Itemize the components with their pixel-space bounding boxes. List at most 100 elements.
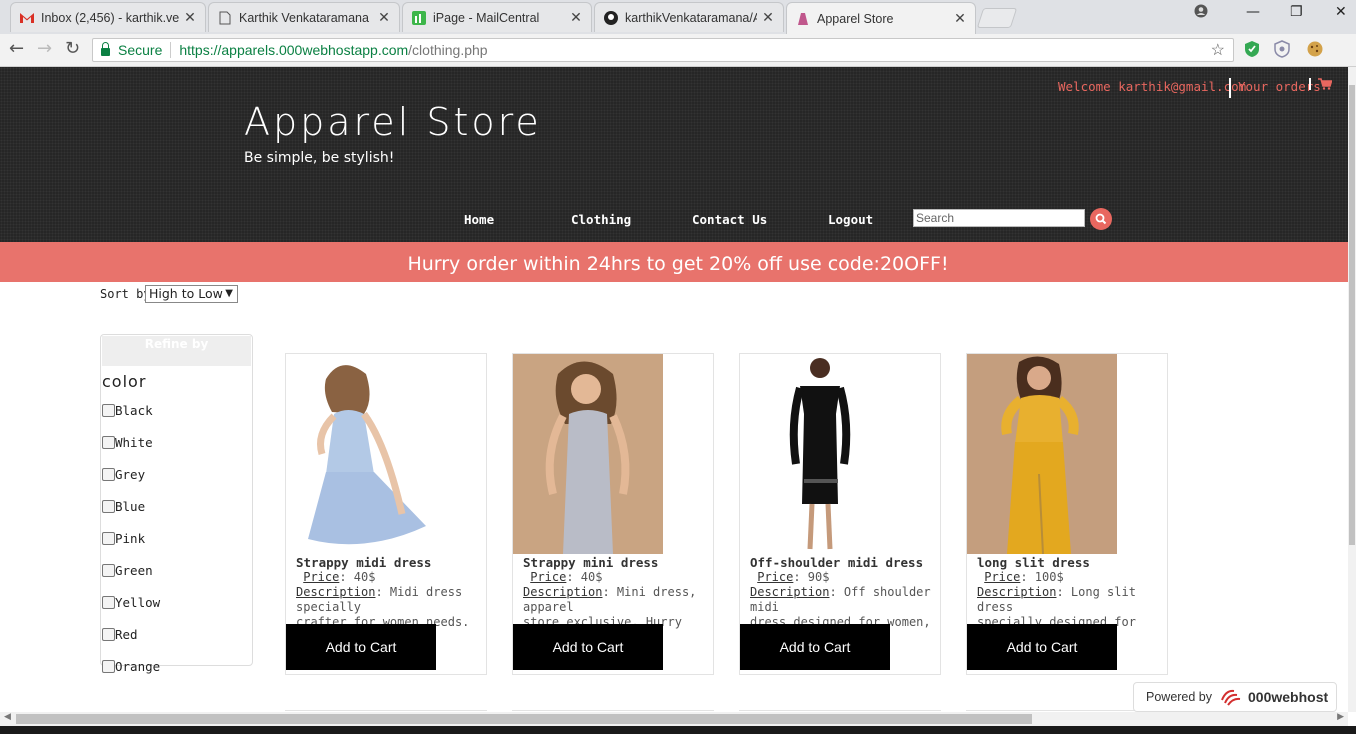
checkbox[interactable]: [102, 628, 115, 641]
shopping-cart-icon[interactable]: [1318, 78, 1333, 90]
reload-icon[interactable]: ↻: [65, 38, 80, 59]
checkbox[interactable]: [102, 404, 115, 417]
url-path: /clothing.php: [408, 42, 488, 58]
shield-extension-icon[interactable]: [1244, 40, 1262, 58]
sort-selected-value: High to Low: [149, 286, 223, 301]
divider: [1229, 78, 1231, 98]
scroll-right-arrow-icon[interactable]: ▶: [1337, 712, 1344, 722]
nav-home[interactable]: Home: [464, 212, 494, 227]
horizontal-scrollbar[interactable]: ◀ ▶: [0, 712, 1348, 726]
tab-karthik-doc[interactable]: Karthik Venkataramana P ✕: [208, 2, 400, 32]
powered-by-badge[interactable]: Powered by 000webhost: [1133, 682, 1337, 712]
welcome-link[interactable]: Welcome karthik@gmail.com: [1058, 79, 1246, 94]
privacy-extension-icon[interactable]: [1274, 40, 1292, 58]
refine-title: Refine by: [102, 336, 251, 366]
product-name[interactable]: Off-shoulder midi dress: [750, 555, 923, 570]
new-tab-button[interactable]: [976, 8, 1018, 28]
taskbar: [0, 726, 1356, 734]
add-to-cart-button[interactable]: Add to Cart: [740, 624, 890, 670]
color-filter-pink[interactable]: Pink: [102, 531, 145, 546]
back-arrow-icon[interactable]: ←: [9, 38, 24, 59]
product-card: Strappy midi dress Price: 40$ Descriptio…: [285, 353, 487, 675]
webhost-logo-icon: [1220, 688, 1244, 706]
add-to-cart-button[interactable]: Add to Cart: [513, 624, 663, 670]
product-price: Price: 40$: [530, 570, 603, 584]
color-filter-yellow[interactable]: Yellow: [102, 595, 160, 610]
scrollbar-thumb[interactable]: [16, 714, 1032, 724]
tab-gmail[interactable]: Inbox (2,456) - karthik.ve ✕: [10, 2, 206, 32]
window-close-icon[interactable]: ✕: [1335, 4, 1347, 20]
product-price: Price: 90$: [757, 570, 830, 584]
checkbox[interactable]: [102, 436, 115, 449]
close-icon[interactable]: ✕: [761, 9, 775, 26]
sort-select[interactable]: High to Low ▼: [145, 285, 238, 303]
secure-label: Secure: [118, 42, 163, 58]
site-header: Welcome karthik@gmail.com Your orders Ap…: [0, 67, 1356, 242]
product-name[interactable]: Strappy mini dress: [523, 555, 658, 570]
checkbox[interactable]: [102, 500, 115, 513]
product-image[interactable]: [740, 354, 890, 554]
product-image[interactable]: [513, 354, 663, 554]
close-icon[interactable]: ✕: [183, 9, 197, 26]
restore-icon[interactable]: ❐: [1290, 4, 1303, 20]
search-input[interactable]: Search: [913, 209, 1085, 227]
divider: [170, 42, 172, 58]
bookmark-star-icon[interactable]: ☆: [1211, 40, 1225, 60]
forward-arrow-icon[interactable]: →: [37, 38, 52, 59]
scroll-left-arrow-icon[interactable]: ◀: [4, 712, 11, 722]
add-to-cart-button[interactable]: Add to Cart: [967, 624, 1117, 670]
close-icon[interactable]: ✕: [569, 9, 583, 26]
dropdown-arrow-icon: ▼: [225, 288, 233, 299]
nav-contact-us[interactable]: Contact Us: [692, 212, 767, 227]
search-icon: [1095, 213, 1107, 225]
url-input[interactable]: Secure https://apparels.000webhostapp.co…: [92, 38, 1234, 62]
nav-logout[interactable]: Logout: [828, 212, 873, 227]
lock-icon: [101, 42, 110, 56]
checkbox[interactable]: [102, 532, 115, 545]
close-icon[interactable]: ✕: [377, 9, 391, 26]
color-filter-white[interactable]: White: [102, 435, 153, 450]
tab-apparel-store[interactable]: Apparel Store ✕: [786, 2, 976, 34]
document-icon: [217, 10, 233, 26]
product-name[interactable]: long slit dress: [977, 555, 1090, 570]
tab-github[interactable]: karthikVenkataramana/Ap ✕: [594, 2, 784, 32]
sort-label: Sort by: [100, 287, 151, 301]
color-filter-grey[interactable]: Grey: [102, 467, 145, 482]
site-brand[interactable]: Apparel Store: [244, 100, 542, 144]
ipage-icon: [411, 10, 427, 26]
scrollbar-thumb[interactable]: [1349, 85, 1355, 545]
product-image[interactable]: [967, 354, 1117, 554]
nav-clothing[interactable]: Clothing: [571, 212, 631, 227]
apparel-favicon-icon: [795, 11, 811, 27]
product-card: Off-shoulder midi dress Price: 90$ Descr…: [739, 353, 941, 675]
checkbox[interactable]: [102, 596, 115, 609]
product-card: Strappy mini dress Price: 40$ Descriptio…: [512, 353, 714, 675]
product-card: long slit dress Price: 100$ Description:…: [966, 353, 1168, 675]
checkbox[interactable]: [102, 564, 115, 577]
cookie-extension-icon[interactable]: [1306, 40, 1324, 58]
search-button[interactable]: [1090, 208, 1112, 230]
color-filter-blue[interactable]: Blue: [102, 499, 145, 514]
add-to-cart-button[interactable]: Add to Cart: [286, 624, 436, 670]
divider: [1309, 78, 1311, 90]
color-filter-orange[interactable]: Orange: [102, 659, 160, 674]
color-filter-red[interactable]: Red: [102, 627, 138, 642]
color-filter-green[interactable]: Green: [102, 563, 153, 578]
product-price: Price: 40$: [303, 570, 376, 584]
profile-icon[interactable]: [1194, 4, 1208, 22]
color-filter-black[interactable]: Black: [102, 403, 153, 418]
browser-tab-bar: Inbox (2,456) - karthik.ve ✕ Karthik Ven…: [0, 0, 1356, 34]
color-filter-heading: color: [102, 372, 147, 391]
vertical-scrollbar[interactable]: [1348, 67, 1356, 712]
promo-banner: Hurry order within 24hrs to get 20% off …: [0, 242, 1356, 282]
close-icon[interactable]: ✕: [953, 10, 967, 27]
site-tagline: Be simple, be stylish!: [244, 150, 395, 166]
gmail-icon: [19, 10, 35, 26]
minimize-icon[interactable]: —: [1246, 4, 1260, 20]
product-name[interactable]: Strappy midi dress: [296, 555, 431, 570]
github-icon: [603, 10, 619, 26]
tab-ipage[interactable]: iPage - MailCentral ✕: [402, 2, 592, 32]
checkbox[interactable]: [102, 660, 115, 673]
product-image[interactable]: [286, 354, 436, 554]
checkbox[interactable]: [102, 468, 115, 481]
